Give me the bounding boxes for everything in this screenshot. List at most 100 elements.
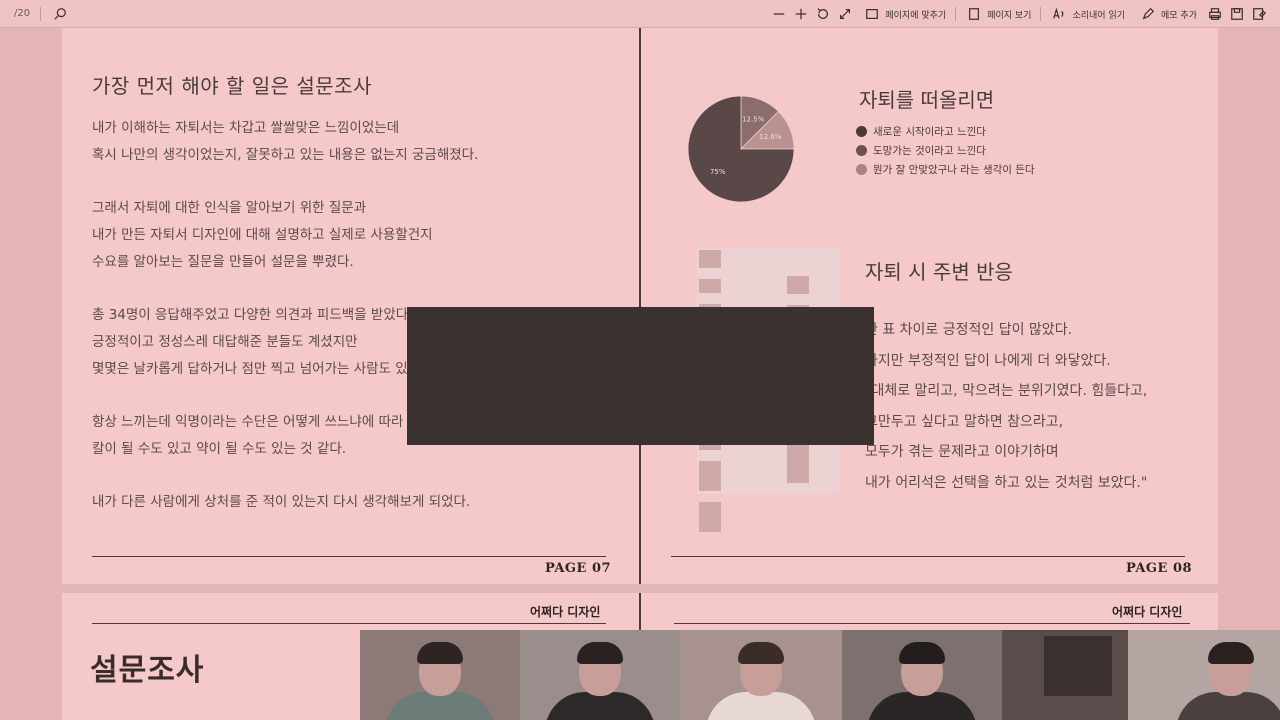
legend-label: 뭔가 잘 안맞았구나 라는 생각이 든다	[873, 164, 1035, 176]
zoom-in-icon[interactable]	[792, 5, 810, 23]
read-aloud-icon	[1050, 5, 1068, 23]
participant-hair	[738, 642, 784, 664]
section-title: 설문조사	[90, 653, 205, 688]
video-tile[interactable]	[520, 630, 680, 720]
participant-body	[867, 692, 977, 720]
text-line: 그래서 자퇴에 대한 인식을 알아보기 위한 질문과	[92, 200, 367, 216]
thumb-cell	[699, 250, 721, 268]
legend-item: 도망가는 것이라고 느낀다	[856, 141, 1035, 160]
thumb-cell	[699, 502, 721, 532]
search-icon[interactable]	[51, 5, 69, 23]
participant-head	[1208, 642, 1255, 696]
add-note-label: 메모 추가	[1161, 10, 1197, 21]
legend-swatch	[856, 164, 867, 175]
paragraph: 내가 이해하는 자퇴서는 차갑고 쌀쌀맞은 느낌이었는데 혹시 나만의 생각이었…	[92, 115, 478, 169]
left-page-heading: 가장 먼저 해야 할 일은 설문조사	[92, 74, 372, 98]
add-note-button[interactable]: 메모 추가	[1134, 2, 1202, 26]
page-view-button[interactable]: 페이지 보기	[960, 2, 1036, 26]
text-line: 한 표 차이로 긍정적인 답이 많았다.	[865, 322, 1073, 338]
participant-head	[899, 642, 945, 696]
page-indicator[interactable]: /20	[14, 8, 30, 19]
band-rule	[92, 623, 606, 624]
video-tile[interactable]	[680, 630, 842, 720]
band-rule	[674, 623, 1190, 624]
participant-avatar	[1176, 642, 1280, 720]
legend-swatch	[856, 145, 867, 156]
legend-item: 뭔가 잘 안맞았구나 라는 생각이 든다	[856, 160, 1035, 179]
save-as-icon[interactable]	[1250, 5, 1268, 23]
participant-body	[1176, 692, 1280, 720]
text-line: 수요를 알아보는 질문을 만들어 설문을 뿌렸다.	[92, 254, 354, 270]
print-icon[interactable]	[1206, 5, 1224, 23]
legend-item: 새로운 시작이라고 느낀다	[856, 122, 1035, 141]
participant-avatar	[867, 642, 977, 720]
legend-label: 도망가는 것이라고 느낀다	[873, 145, 986, 157]
participant-hair	[577, 642, 623, 664]
page-label-08: PAGE 08	[1126, 561, 1193, 576]
participant-avatar	[706, 642, 816, 720]
text-line: 내가 어리석은 선택을 하고 있는 것처럼 보았다."	[865, 474, 1148, 491]
paragraph: 그래서 자퇴에 대한 인식을 알아보기 위한 질문과 내가 만든 자퇴서 디자인…	[92, 195, 478, 276]
participant-head	[577, 642, 623, 696]
fit-page-button[interactable]: 페이지에 맞추기	[858, 2, 951, 26]
page-view-label: 페이지 보기	[987, 10, 1032, 21]
participant-body	[385, 692, 495, 720]
zoom-out-icon[interactable]	[770, 5, 788, 23]
text-line: 혹시 나만의 생각이었는지, 잘못하고 있는 내용은 없는지 궁금해졌다.	[92, 147, 479, 163]
toolbar-divider	[1040, 7, 1042, 21]
dark-overlay-box	[407, 307, 874, 445]
video-tile[interactable]	[1128, 630, 1280, 720]
participant-body	[706, 692, 816, 720]
pie-chart-title: 자퇴를 떠올리면	[859, 88, 995, 112]
toolbar-divider	[955, 7, 957, 21]
page-label-07: PAGE 07	[545, 561, 612, 576]
page-07: 가장 먼저 해야 할 일은 설문조사 내가 이해하는 자퇴서는 차갑고 쌀쌀맞은…	[62, 28, 639, 584]
document-spread: 가장 먼저 해야 할 일은 설문조사 내가 이해하는 자퇴서는 차갑고 쌀쌀맞은…	[62, 28, 1218, 584]
paragraph: 내가 다른 사람에게 상처를 준 적이 있는지 다시 생각해보게 되었다.	[92, 489, 478, 516]
participant-avatar	[385, 642, 495, 720]
participant-hair	[899, 642, 945, 664]
reaction-body: 한 표 차이로 긍정적인 답이 많았다. 하지만 부정적인 답이 나에게 더 와…	[865, 315, 1147, 498]
page-rule	[92, 556, 606, 557]
text-line: 모두가 겪는 문제라고 이야기하며	[865, 444, 1059, 460]
video-tile[interactable]	[360, 630, 520, 720]
text-line: 내가 만든 자퇴서 디자인에 대해 설명하고 실제로 사용할건지	[92, 227, 433, 243]
save-icon[interactable]	[1228, 5, 1246, 23]
pdf-toolbar: /20 페이지에 맞추기 페이지 보기 소리내어 읽기 메모 추가	[0, 0, 1280, 28]
text-line: 하지만 부정적인 답이 나에게 더 와닿았다.	[865, 352, 1111, 369]
fit-page-icon	[863, 5, 881, 23]
page-view-icon	[965, 5, 983, 23]
thumb-cell	[699, 279, 721, 293]
page-08: 12.5% 12.6% 75% 자퇴를 떠올리면 새로운 시작이라고 느낀다 도망가…	[641, 28, 1218, 584]
fit-page-label: 페이지에 맞추기	[885, 10, 947, 21]
fullscreen-icon[interactable]	[836, 5, 854, 23]
participant-avatar	[545, 642, 655, 720]
participant-hair	[1208, 642, 1255, 664]
brand-label: 어쩌다 디자인	[1112, 605, 1183, 619]
pie-data-label: 12.6%	[759, 133, 782, 141]
brand-label: 어쩌다 디자인	[530, 605, 601, 619]
pen-icon	[1139, 5, 1157, 23]
thumb-cell	[787, 439, 809, 483]
text-line: 내가 다른 사람에게 상처를 준 적이 있는지 다시 생각해보게 되었다.	[92, 494, 471, 510]
page-rule	[671, 556, 1185, 557]
text-line: 그만두고 싶다고 말하면 참으라고,	[865, 413, 1064, 430]
pie-chart: 12.5% 12.6% 75%	[686, 94, 796, 204]
video-participants	[360, 630, 1280, 720]
read-aloud-label: 소리내어 읽기	[1072, 10, 1126, 21]
legend-label: 새로운 시작이라고 느낀다	[873, 126, 986, 138]
read-aloud-button[interactable]: 소리내어 읽기	[1045, 2, 1130, 26]
participant-body	[545, 692, 655, 720]
text-line: "대체로 말리고, 막으려는 분위기였다. 힘들다고,	[865, 383, 1148, 399]
video-tile[interactable]	[1002, 630, 1128, 720]
participant-head	[417, 642, 463, 696]
screen-in-video	[1044, 636, 1112, 696]
rotate-icon[interactable]	[814, 5, 832, 23]
pie-data-label: 12.5%	[742, 116, 765, 124]
video-tile[interactable]	[842, 630, 1002, 720]
participant-head	[738, 642, 784, 696]
toolbar-divider	[40, 6, 42, 21]
legend-swatch	[856, 126, 867, 137]
thumb-cell	[787, 276, 809, 294]
reaction-heading: 자퇴 시 주변 반응	[865, 260, 1013, 284]
